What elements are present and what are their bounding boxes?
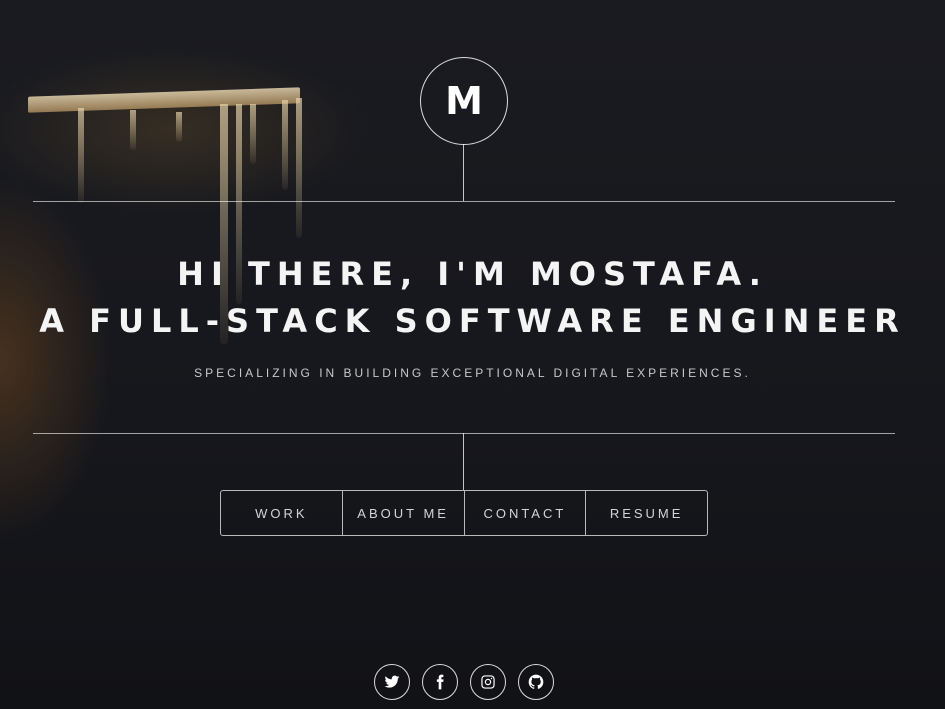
logo-letter: M: [445, 79, 483, 123]
divider-top: [33, 201, 895, 202]
facebook-link[interactable]: [422, 664, 458, 700]
twitter-link[interactable]: [374, 664, 410, 700]
instagram-icon: [481, 675, 495, 689]
hero-headline-line1: HI THERE, I'M MOSTAFA.: [177, 255, 768, 293]
divider-bottom: [33, 433, 895, 434]
twitter-icon: [384, 675, 400, 688]
github-link[interactable]: [518, 664, 554, 700]
background-icicle: [282, 100, 288, 190]
nav-resume-button[interactable]: RESUME: [586, 491, 707, 535]
nav-work-button[interactable]: WORK: [221, 491, 343, 535]
hero-tagline: SPECIALIZING IN BUILDING EXCEPTIONAL DIG…: [194, 366, 751, 380]
hero-headline-line2: A FULL-STACK SOFTWARE ENGINEER: [39, 302, 906, 340]
background-icicle: [130, 110, 136, 150]
nav-about-button[interactable]: ABOUT ME: [343, 491, 465, 535]
background-icicle: [296, 98, 302, 238]
connector-line-top: [463, 144, 464, 201]
github-icon: [528, 674, 544, 689]
background-icicle: [250, 104, 256, 164]
main-nav: WORK ABOUT ME CONTACT RESUME: [220, 490, 708, 536]
background-icicle: [176, 112, 182, 142]
connector-line-bottom: [463, 433, 464, 490]
facebook-icon: [436, 674, 444, 690]
background-icicle: [78, 108, 84, 203]
nav-contact-button[interactable]: CONTACT: [465, 491, 587, 535]
instagram-link[interactable]: [470, 664, 506, 700]
logo[interactable]: M: [420, 57, 508, 145]
